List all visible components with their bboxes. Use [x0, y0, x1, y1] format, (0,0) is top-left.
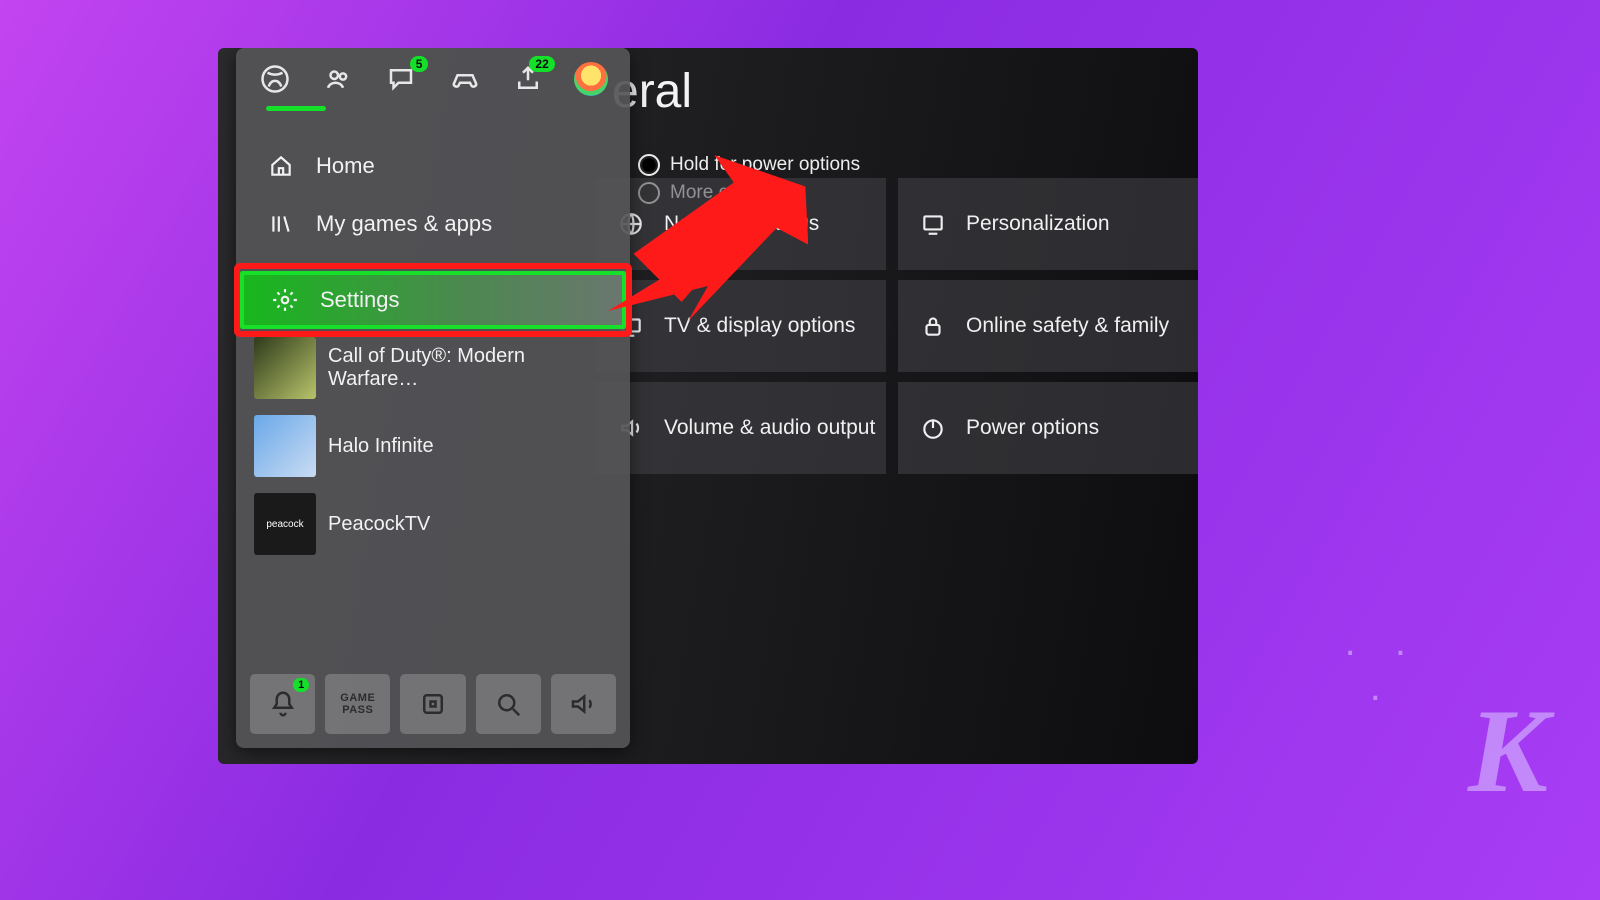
menu-home-label: Home — [316, 153, 375, 179]
bottom-search[interactable] — [476, 674, 541, 734]
recent-app-2[interactable]: peacock PeacockTV — [236, 485, 630, 563]
chat-badge: 5 — [410, 56, 429, 72]
app-thumb-2: peacock — [254, 493, 316, 555]
tile-power-options[interactable]: Power options — [898, 382, 1198, 474]
app-label-2: PeacockTV — [328, 513, 430, 536]
peacock-thumb-text: peacock — [266, 519, 303, 530]
app-label-0: Call of Duty®: Modern Warfare… — [328, 345, 608, 391]
notif-badge: 1 — [293, 678, 309, 692]
app-thumb-1 — [254, 415, 316, 477]
tile-personalization-label: Personalization — [966, 212, 1110, 236]
watermark-dots: . . . — [1345, 620, 1420, 710]
lock-icon — [918, 311, 948, 341]
tab-share-icon[interactable]: 22 — [511, 62, 545, 96]
tile-online-safety[interactable]: Online safety & family — [898, 280, 1198, 372]
profile-avatar[interactable] — [574, 62, 608, 96]
app-label-1: Halo Infinite — [328, 435, 434, 458]
bottom-gamepass[interactable]: GAME PASS — [325, 674, 390, 734]
tab-chat-icon[interactable]: 5 — [384, 62, 418, 96]
guide-tabstrip: 5 22 — [236, 48, 630, 104]
library-icon — [266, 209, 296, 239]
tab-xbox-icon[interactable] — [258, 62, 292, 96]
tile-audio-label: Volume & audio output — [664, 416, 875, 440]
xbox-screen: eral Hold for power options More options… — [218, 48, 1198, 764]
home-icon — [266, 151, 296, 181]
menu-settings-label: Settings — [320, 287, 400, 313]
personalization-icon — [918, 209, 948, 239]
recent-app-1[interactable]: Halo Infinite — [236, 407, 630, 485]
menu-home[interactable]: Home — [236, 137, 630, 195]
tile-tv-display[interactable]: TV & display options — [596, 280, 886, 372]
guide-menu: Home My games & apps Settings Call of D — [236, 111, 630, 664]
gamepass-label: GAME PASS — [340, 692, 375, 716]
bottom-notifications[interactable]: 1 — [250, 674, 315, 734]
tile-network-label: Network settings — [664, 212, 819, 236]
bottom-audio[interactable] — [551, 674, 616, 734]
bottom-store[interactable] — [400, 674, 465, 734]
power-icon — [918, 413, 948, 443]
recent-app-0[interactable]: Call of Duty®: Modern Warfare… — [236, 329, 630, 407]
hint-power-label: Hold for power options — [670, 154, 860, 176]
watermark-k: K — [1468, 682, 1540, 820]
app-thumb-0 — [254, 337, 316, 399]
guide-bottom-bar: 1 GAME PASS — [236, 664, 630, 748]
xbox-button-icon — [638, 154, 660, 176]
guide-panel: 5 22 Home My games & — [236, 48, 630, 748]
tile-safety-label: Online safety & family — [966, 314, 1169, 338]
share-badge: 22 — [529, 56, 554, 72]
menu-settings[interactable]: Settings — [240, 271, 626, 329]
hint-power-options: Hold for power options — [638, 154, 860, 176]
tile-tv-label: TV & display options — [664, 314, 855, 338]
tab-people-icon[interactable] — [321, 62, 355, 96]
gear-icon — [270, 285, 300, 315]
tile-power-label: Power options — [966, 416, 1099, 440]
menu-my-games[interactable]: My games & apps — [236, 195, 630, 253]
tile-network-settings[interactable]: Network settings — [596, 178, 886, 270]
tile-volume-audio[interactable]: Volume & audio output — [596, 382, 886, 474]
menu-games-label: My games & apps — [316, 211, 492, 237]
tile-personalization[interactable]: Personalization — [898, 178, 1198, 270]
tab-controller-icon[interactable] — [448, 62, 482, 96]
